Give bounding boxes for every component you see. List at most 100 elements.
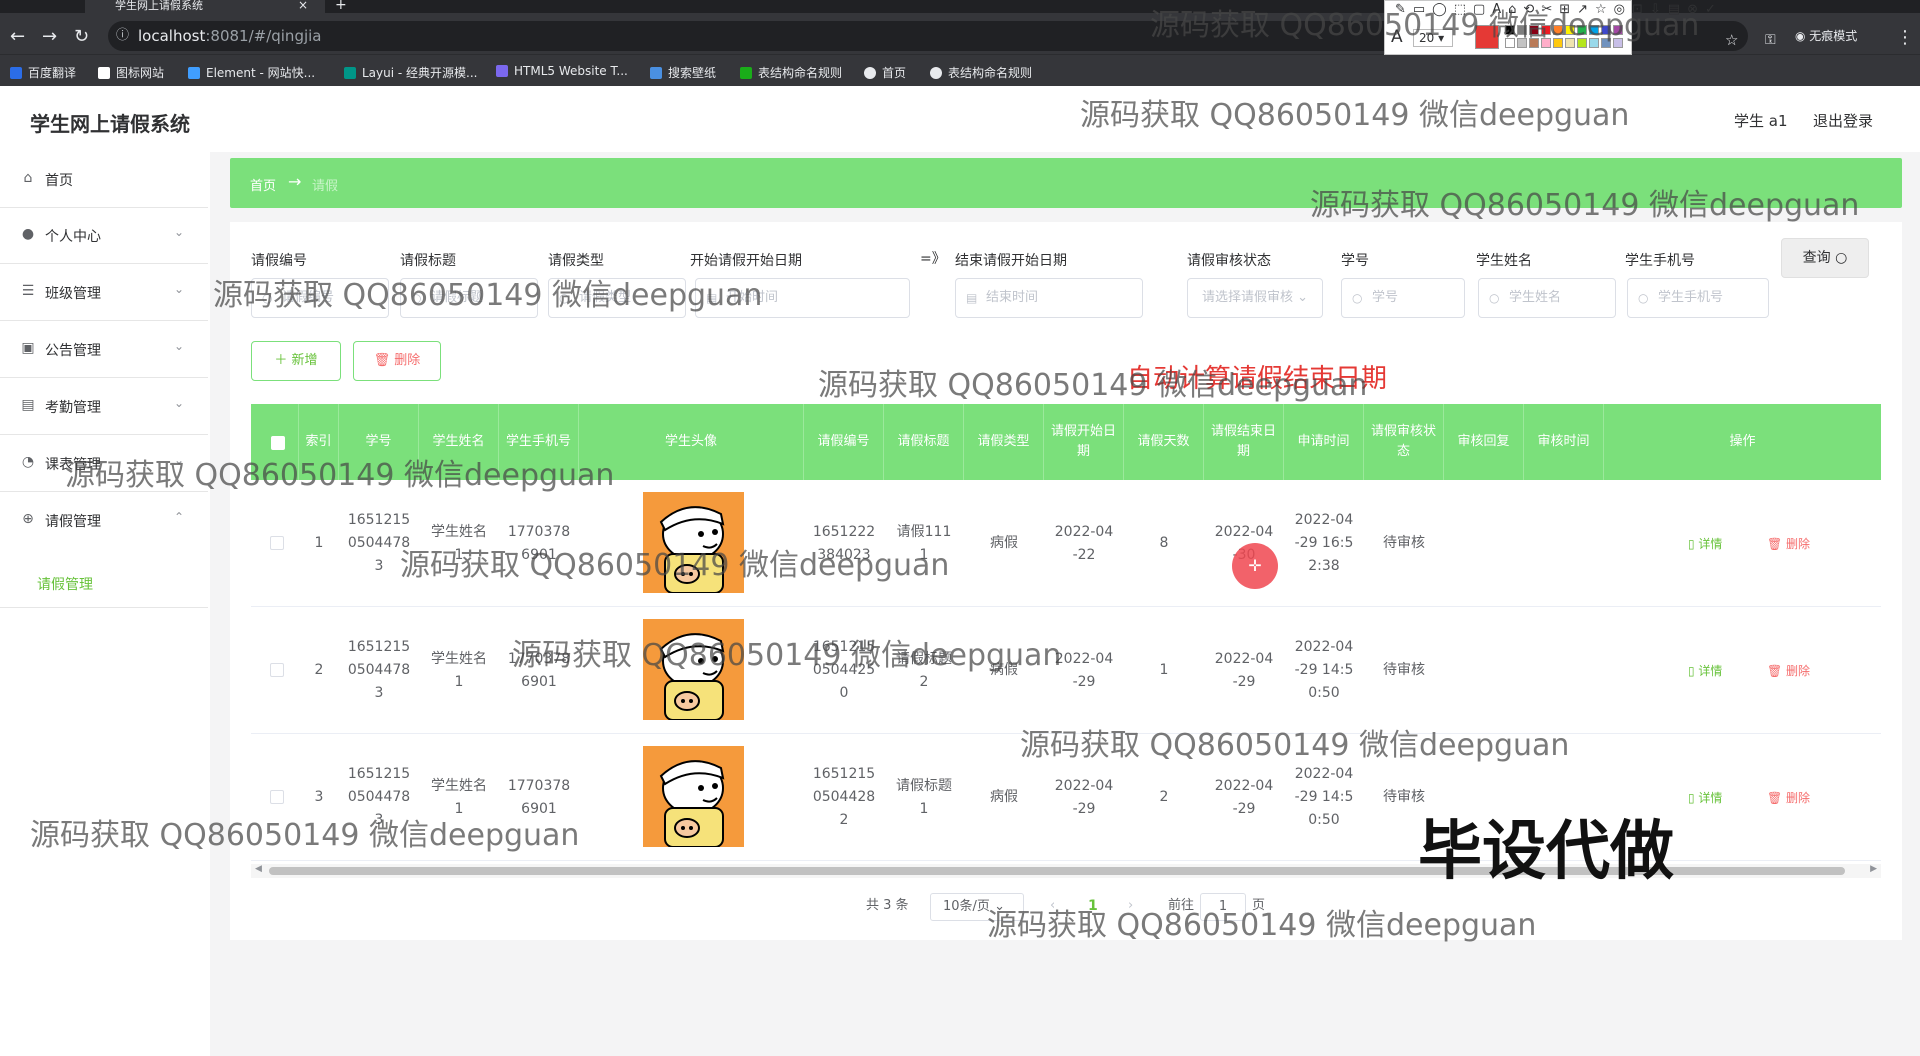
- column-header[interactable]: 请假编号: [804, 404, 884, 480]
- column-header[interactable]: 审核回复: [1444, 404, 1524, 480]
- column-header[interactable]: 请假审核状态: [1364, 404, 1444, 480]
- sidebar-item-leave[interactable]: ⊕ 请假管理 ⌃: [0, 493, 208, 549]
- delete-button[interactable]: 🗑 删除: [1767, 535, 1810, 552]
- row-checkbox[interactable]: [270, 790, 284, 804]
- star-icon[interactable]: ☆: [1725, 30, 1738, 50]
- bookmark-item[interactable]: HTML5 Website T...: [496, 64, 628, 78]
- column-header[interactable]: 审核时间: [1524, 404, 1604, 480]
- color-swatch[interactable]: [1529, 25, 1539, 35]
- select-all-checkbox[interactable]: [271, 436, 285, 450]
- bookmark-item[interactable]: 百度翻译: [10, 64, 76, 81]
- student-no-input[interactable]: ○ 学号: [1341, 278, 1465, 318]
- batch-delete-button[interactable]: 🗑 删除: [353, 341, 441, 381]
- bookmark-item[interactable]: Element - 网站快...: [188, 64, 315, 81]
- browser-tab[interactable]: 学生网上请假系统: [85, 0, 325, 13]
- color-swatch[interactable]: [1601, 25, 1611, 35]
- tab-close-icon[interactable]: ×: [298, 0, 308, 11]
- prev-page-icon[interactable]: ‹: [1050, 890, 1055, 922]
- phone-input[interactable]: ○ 学生手机号: [1627, 278, 1769, 318]
- color-swatch[interactable]: [1529, 38, 1539, 48]
- color-swatch[interactable]: [1505, 38, 1515, 48]
- reload-icon[interactable]: ↻: [74, 27, 89, 47]
- sidebar-item-schedule[interactable]: ◔ 课表管理 ⌄: [0, 436, 208, 492]
- color-swatch[interactable]: [1601, 38, 1611, 48]
- browser-menu-icon[interactable]: ⋮: [1896, 28, 1914, 48]
- student-name-input[interactable]: ○ 学生姓名: [1478, 278, 1616, 318]
- next-page-icon[interactable]: ›: [1128, 890, 1133, 922]
- column-header[interactable]: 学生手机号: [499, 404, 579, 480]
- drawing-tool-icons[interactable]: ✎▭◯⬚▢A⌂⟲✂⊞↗☆◎⊡⇩▤⊗✓: [1395, 2, 1723, 17]
- color-swatch[interactable]: [1553, 25, 1563, 35]
- column-header[interactable]: 索引: [299, 404, 339, 480]
- goto-page-input[interactable]: 1: [1200, 893, 1246, 921]
- color-swatch[interactable]: [1505, 25, 1515, 35]
- column-header[interactable]: 请假类型: [964, 404, 1044, 480]
- color-swatch[interactable]: [1517, 38, 1527, 48]
- color-swatch[interactable]: [1577, 25, 1587, 35]
- column-header[interactable]: 学号: [339, 404, 419, 480]
- add-button[interactable]: ＋ 新增: [251, 341, 341, 381]
- sidebar-item-attendance[interactable]: ▤ 考勤管理 ⌄: [0, 379, 208, 435]
- bookmark-item[interactable]: 表结构命名规则: [930, 64, 1032, 81]
- color-swatch[interactable]: [1613, 38, 1623, 48]
- forward-icon[interactable]: →: [42, 27, 57, 47]
- font-size-select[interactable]: 20 ▾: [1413, 29, 1453, 47]
- type-input[interactable]: ○ 请假类型: [548, 278, 686, 318]
- bookmark-item[interactable]: 图标网站: [98, 64, 164, 81]
- cursor-highlight: ✛: [1232, 543, 1278, 589]
- column-header[interactable]: 学生头像: [579, 404, 804, 480]
- bookmark-item[interactable]: 搜索壁纸: [650, 64, 716, 81]
- delete-button[interactable]: 🗑 删除: [1767, 662, 1810, 679]
- sidebar-item-home[interactable]: ⌂ 首页: [0, 152, 208, 208]
- query-button[interactable]: 查询 ○: [1781, 238, 1869, 278]
- row-checkbox[interactable]: [270, 536, 284, 550]
- row-checkbox[interactable]: [270, 663, 284, 677]
- table-cell-apply-time: 2022-04 -29 14:5 0:50: [1294, 766, 1354, 828]
- bookmark-item[interactable]: 首页: [864, 64, 906, 81]
- column-header[interactable]: 请假结束日期: [1204, 404, 1284, 480]
- leave-no-input[interactable]: ○ 请假编号: [251, 278, 389, 318]
- detail-button[interactable]: ▯ 详情: [1688, 789, 1722, 806]
- page-size-select[interactable]: 10条/页 ⌄: [930, 893, 1024, 921]
- sidebar-item-notice[interactable]: ▣ 公告管理 ⌄: [0, 322, 208, 378]
- column-header[interactable]: 请假标题: [884, 404, 964, 480]
- bookmark-item[interactable]: 表结构命名规则: [740, 64, 842, 81]
- column-header[interactable]: 请假开始日期: [1044, 404, 1124, 480]
- scroll-right-icon[interactable]: ▶: [1870, 864, 1877, 874]
- sidebar-item-profile[interactable]: ● 个人中心 ⌄: [0, 208, 208, 264]
- key-icon[interactable]: ⚿: [1765, 30, 1776, 50]
- current-color-swatch[interactable]: [1475, 25, 1499, 49]
- color-swatch[interactable]: [1565, 38, 1575, 48]
- delete-button[interactable]: 🗑 删除: [1767, 789, 1810, 806]
- sidebar-subitem-leave-management[interactable]: 请假管理: [0, 558, 208, 608]
- detail-button[interactable]: ▯ 详情: [1688, 535, 1722, 552]
- scroll-left-icon[interactable]: ◀: [255, 864, 262, 874]
- bookmark-item[interactable]: Layui - 经典开源模...: [344, 64, 477, 81]
- sidebar-item-class[interactable]: ☰ 班级管理 ⌄: [0, 265, 208, 321]
- new-tab-icon[interactable]: +: [335, 0, 347, 12]
- end-date-input[interactable]: ▤ 结束时间: [955, 278, 1143, 318]
- status-select[interactable]: 请选择请假审核 ⌄: [1187, 278, 1323, 318]
- color-swatch[interactable]: [1541, 25, 1551, 35]
- column-header[interactable]: 学生姓名: [419, 404, 499, 480]
- column-header[interactable]: 申请时间: [1284, 404, 1364, 480]
- incognito-badge[interactable]: ◉ 无痕模式: [1795, 27, 1857, 44]
- page-number-current[interactable]: 1: [1088, 890, 1098, 922]
- info-icon[interactable]: ⓘ: [116, 21, 129, 51]
- start-date-input[interactable]: ▤ 开始时间: [695, 278, 910, 318]
- detail-button[interactable]: ▯ 详情: [1688, 662, 1722, 679]
- color-swatch[interactable]: [1589, 38, 1599, 48]
- sidebar-item-label: 班级管理: [45, 286, 101, 302]
- color-swatch[interactable]: [1541, 38, 1551, 48]
- back-icon[interactable]: ←: [10, 27, 25, 47]
- column-header[interactable]: 请假天数: [1124, 404, 1204, 480]
- logout-link[interactable]: 退出登录: [1813, 110, 1873, 131]
- color-swatch[interactable]: [1613, 25, 1623, 35]
- color-swatch[interactable]: [1553, 38, 1563, 48]
- title-input[interactable]: ○ 请假标题: [400, 278, 538, 318]
- color-swatch[interactable]: [1589, 25, 1599, 35]
- color-swatch[interactable]: [1565, 25, 1575, 35]
- color-swatch[interactable]: [1517, 25, 1527, 35]
- color-swatch[interactable]: [1577, 38, 1587, 48]
- breadcrumb-home[interactable]: 首页: [250, 175, 276, 194]
